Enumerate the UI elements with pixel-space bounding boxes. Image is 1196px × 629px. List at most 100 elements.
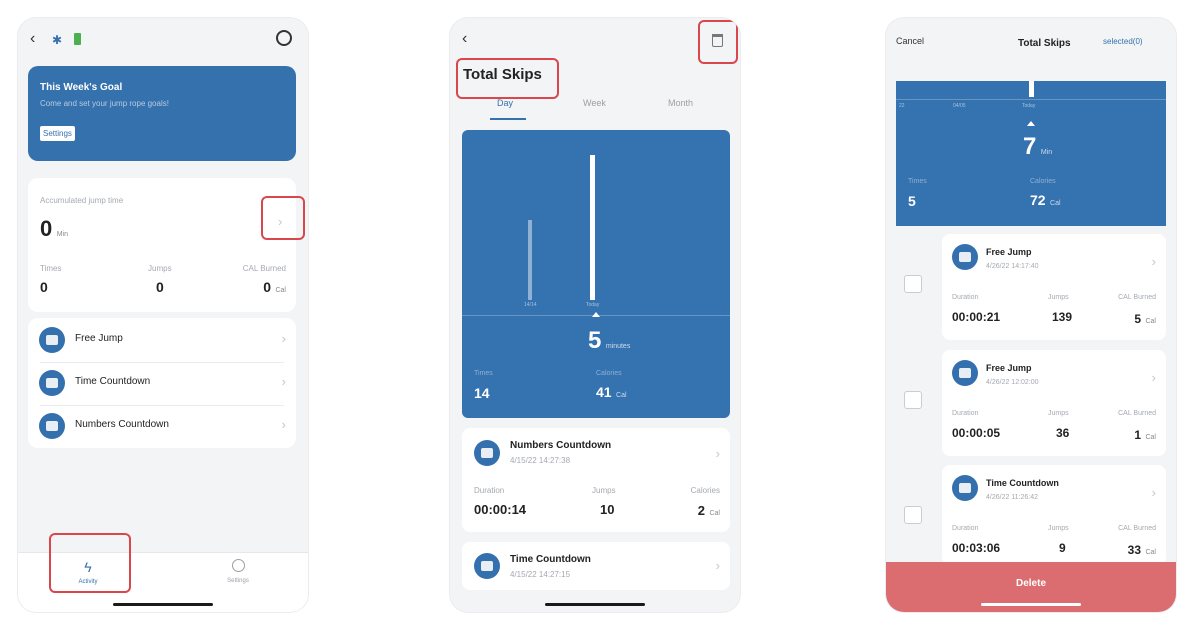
jumps-label: Jumps [1048,294,1069,301]
stat-cal-unit: Cal [275,287,286,294]
weekly-goal-card: This Week's Goal Come and set your jump … [28,66,296,161]
mode-numbers-countdown[interactable]: Numbers Countdown › [28,406,296,446]
mode-label: Free Jump [75,333,123,344]
accumulated-card: Accumulated jump time 0 Min › Times 0 Ju… [28,178,296,312]
pointer-icon [592,312,600,317]
cal-value: 1 [1134,428,1142,442]
calories-label: Calories [596,370,622,377]
chevron-right-icon: › [715,446,720,461]
cal-label: CAL Burned [1118,294,1156,301]
back-chevron-icon[interactable]: ‹ [462,30,467,48]
home-indicator [981,603,1081,606]
chart-unit: Min [1040,149,1053,156]
chevron-right-icon: › [281,417,286,432]
cal-unit: Cal [1145,434,1156,441]
record-row[interactable]: Numbers Countdown 4/15/22 14:27:38 › Dur… [462,428,730,532]
highlight-box [261,196,305,240]
axis-label: 22 [899,103,905,109]
select-checkbox[interactable] [904,506,922,524]
jumps-label: Jumps [1048,410,1069,417]
calories-value: 41 [596,384,612,400]
record-row[interactable]: Time Countdown 4/15/22 14:27:15 › [462,542,730,590]
record-title: Free Jump [986,247,1032,257]
cal-value: 5 [1134,312,1142,326]
goal-settings-button[interactable]: Settings [40,126,75,141]
highlight-box [698,20,738,64]
tab-underline [490,118,526,120]
select-checkbox[interactable] [904,391,922,409]
mode-label: Time Countdown [75,376,151,387]
jumps-label: Jumps [592,486,616,495]
calories-unit: Cal [616,392,627,399]
device-icon[interactable] [276,30,292,46]
times-label: Times [474,370,493,377]
duration-value: 00:00:05 [952,426,1001,440]
jumps-value: 9 [1059,541,1066,555]
cal-unit: Cal [709,510,720,517]
times-label: Times [908,178,927,185]
free-jump-icon [952,244,978,270]
record-title: Free Jump [986,363,1032,373]
chevron-right-icon: › [715,558,720,573]
times-value: 14 [474,385,490,401]
duration-label: Duration [952,525,979,532]
stat-times-value: 0 [40,279,48,295]
cancel-button[interactable]: Cancel [896,36,924,46]
pointer-icon [1027,121,1035,126]
cal-value: 2 [697,503,706,518]
stat-cal-label: CAL Burned [242,264,286,273]
record-title: Numbers Countdown [510,440,612,451]
chart-baseline [896,99,1166,100]
highlight-box [456,58,559,99]
tab-day[interactable]: Day [497,98,513,108]
highlight-box [49,533,131,593]
daily-chart: 22 04/05 Today 7 Min Times 5 Calories 72… [896,81,1166,226]
tab-month[interactable]: Month [668,98,693,108]
duration-value: 00:00:21 [952,310,1001,324]
total-skips-screen: ‹ Total Skips Day Week Month 14/14 Today … [450,18,740,612]
goal-subtitle: Come and set your jump rope goals! [40,99,169,108]
stat-jumps-value: 0 [156,279,164,295]
chevron-right-icon: › [1151,254,1156,269]
axis-label: 04/05 [953,103,966,109]
calories-value: 72 [1030,192,1046,208]
jumps-label: Jumps [1048,525,1069,532]
accum-unit: Min [56,231,68,238]
page-title: Total Skips [1018,38,1071,49]
axis-label: 14/14 [524,302,537,308]
home-indicator [113,603,213,606]
duration-label: Duration [474,486,505,495]
jumps-value: 139 [1052,310,1073,324]
chart-value: 7 [1023,133,1037,160]
tab-week[interactable]: Week [583,98,606,108]
jumps-value: 10 [600,502,615,517]
chart-bar[interactable] [528,220,532,300]
tab-settings[interactable]: Settings [208,559,268,599]
calories-label: Calories [1030,178,1056,185]
select-checkbox[interactable] [904,275,922,293]
duration-label: Duration [952,410,979,417]
record-row[interactable]: Free Jump 4/26/22 12:02:00 › Duration 00… [942,350,1166,456]
chevron-right-icon: › [1151,370,1156,385]
axis-label: Today [586,302,600,308]
bluetooth-icon: ✱ [52,33,63,47]
mode-free-jump[interactable]: Free Jump › [28,320,296,360]
battery-icon [74,33,81,45]
selected-count: selected(0) [1103,37,1143,46]
back-chevron-icon[interactable]: ‹ [30,30,35,48]
mode-time-countdown[interactable]: Time Countdown › [28,363,296,403]
record-date: 4/26/22 14:17:40 [986,263,1039,270]
calories-unit: Cal [1050,200,1061,207]
record-date: 4/26/22 11:26:42 [986,494,1039,501]
home-indicator [545,603,645,606]
cal-unit: Cal [1145,549,1156,556]
chart-bar [1029,81,1034,97]
duration-value: 00:00:14 [474,502,527,517]
record-row[interactable]: Free Jump 4/26/22 14:17:40 › Duration 00… [942,234,1166,340]
cal-label: CAL Burned [1118,410,1156,417]
chart-bar[interactable] [590,155,595,300]
mode-label: Numbers Countdown [75,419,169,430]
record-title: Time Countdown [510,554,591,565]
record-row[interactable]: Time Countdown 4/26/22 11:26:42 › Durati… [942,465,1166,565]
cal-label: CAL Burned [1118,525,1156,532]
